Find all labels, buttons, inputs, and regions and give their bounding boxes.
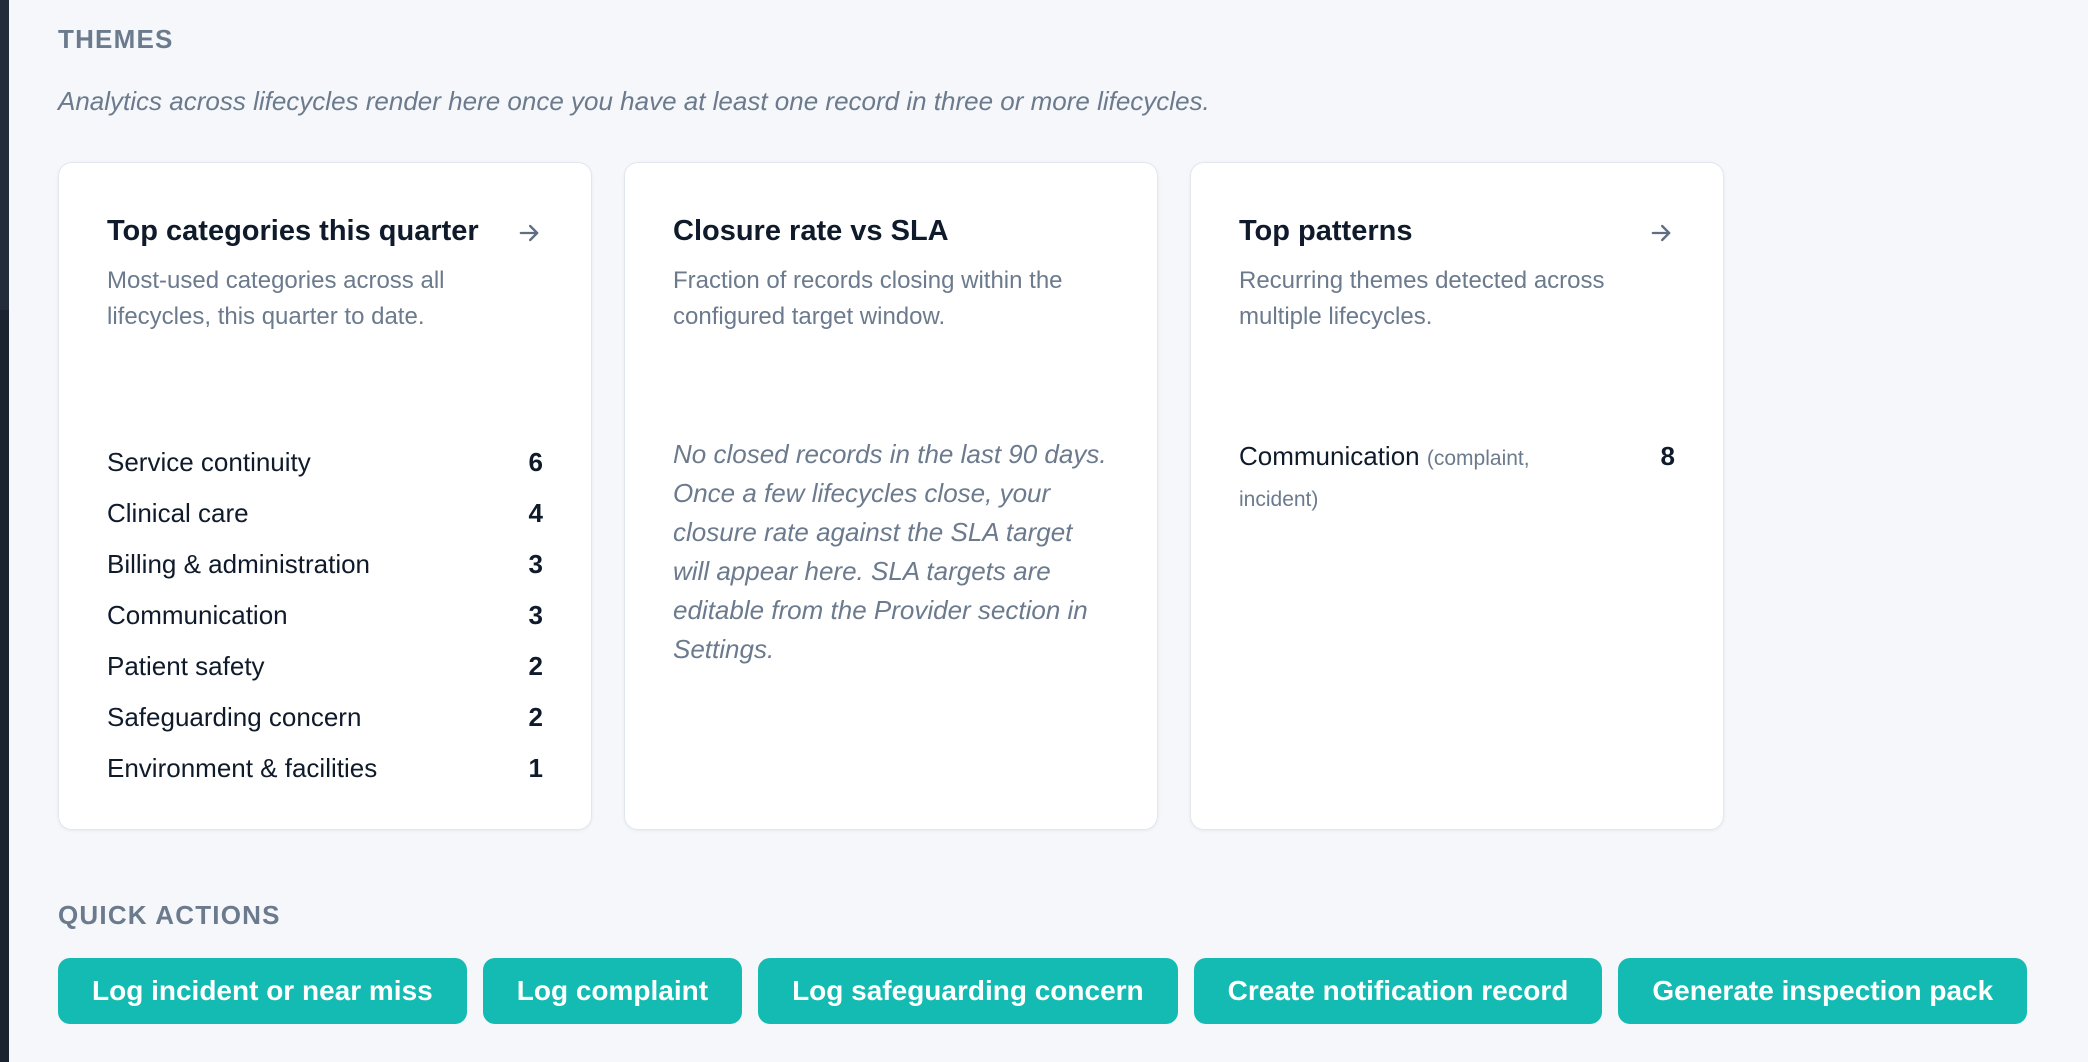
list-item: Clinical care 4	[107, 488, 543, 539]
pattern-count: 8	[1660, 441, 1675, 471]
card-description: Fraction of records closing within the c…	[673, 267, 1063, 330]
card-description: Most-used categories across all lifecycl…	[107, 267, 445, 330]
category-label: Environment & facilities	[107, 753, 378, 783]
log-complaint-button[interactable]: Log complaint	[482, 958, 743, 1024]
category-count: 3	[528, 549, 543, 579]
card-title: Top patterns	[1239, 215, 1413, 247]
list-item: Service continuity 6	[107, 437, 543, 488]
log-incident-button[interactable]: Log incident or near miss	[58, 958, 467, 1024]
card-title: Top categories this quarter	[107, 215, 479, 247]
left-rail-highlight	[0, 0, 9, 310]
top-categories-card: Top categories this quarter Most-used ca…	[58, 162, 592, 830]
category-count: 1	[528, 753, 543, 783]
list-item: Billing & administration 3	[107, 539, 543, 590]
category-label: Billing & administration	[107, 549, 371, 579]
category-list: Service continuity 6 Clinical care 4 Bil…	[107, 437, 543, 794]
category-label: Safeguarding concern	[107, 702, 362, 732]
list-item: Safeguarding concern 2	[107, 692, 543, 743]
category-count: 4	[528, 498, 543, 528]
arrow-right-icon[interactable]	[515, 219, 543, 247]
generate-inspection-pack-button[interactable]: Generate inspection pack	[1618, 958, 2028, 1024]
pattern-text: Communication (complaint, incident)	[1239, 437, 1569, 519]
pattern-item: Communication (complaint, incident) 8	[1239, 437, 1675, 519]
themes-section-title: THEMES	[58, 24, 174, 54]
empty-state-message: No closed records in the last 90 days. O…	[673, 439, 1107, 664]
category-label: Service continuity	[107, 447, 311, 477]
create-notification-record-button[interactable]: Create notification record	[1193, 958, 1603, 1024]
category-label: Patient safety	[107, 651, 265, 681]
pattern-label: Communication	[1239, 441, 1420, 471]
category-count: 2	[528, 651, 543, 681]
quick-actions-title: QUICK ACTIONS	[58, 900, 281, 930]
category-count: 3	[528, 600, 543, 630]
closure-rate-card: Closure rate vs SLA Fraction of records …	[624, 162, 1158, 830]
category-count: 2	[528, 702, 543, 732]
card-title: Closure rate vs SLA	[673, 215, 949, 247]
quick-actions-bar: Log incident or near miss Log complaint …	[58, 958, 2028, 1024]
card-description: Recurring themes detected across multipl…	[1239, 267, 1605, 330]
category-count: 6	[528, 447, 543, 477]
themes-description: Analytics across lifecycles render here …	[58, 86, 1210, 116]
category-label: Communication	[107, 600, 288, 630]
arrow-right-icon[interactable]	[1647, 219, 1675, 247]
list-item: Environment & facilities 1	[107, 743, 543, 794]
log-safeguarding-concern-button[interactable]: Log safeguarding concern	[758, 958, 1178, 1024]
list-item: Patient safety 2	[107, 641, 543, 692]
category-label: Clinical care	[107, 498, 249, 528]
list-item: Communication 3	[107, 590, 543, 641]
dashboard-page: THEMES Analytics across lifecycles rende…	[58, 0, 2058, 1062]
top-patterns-card: Top patterns Recurring themes detected a…	[1190, 162, 1724, 830]
left-rail	[0, 0, 9, 1062]
